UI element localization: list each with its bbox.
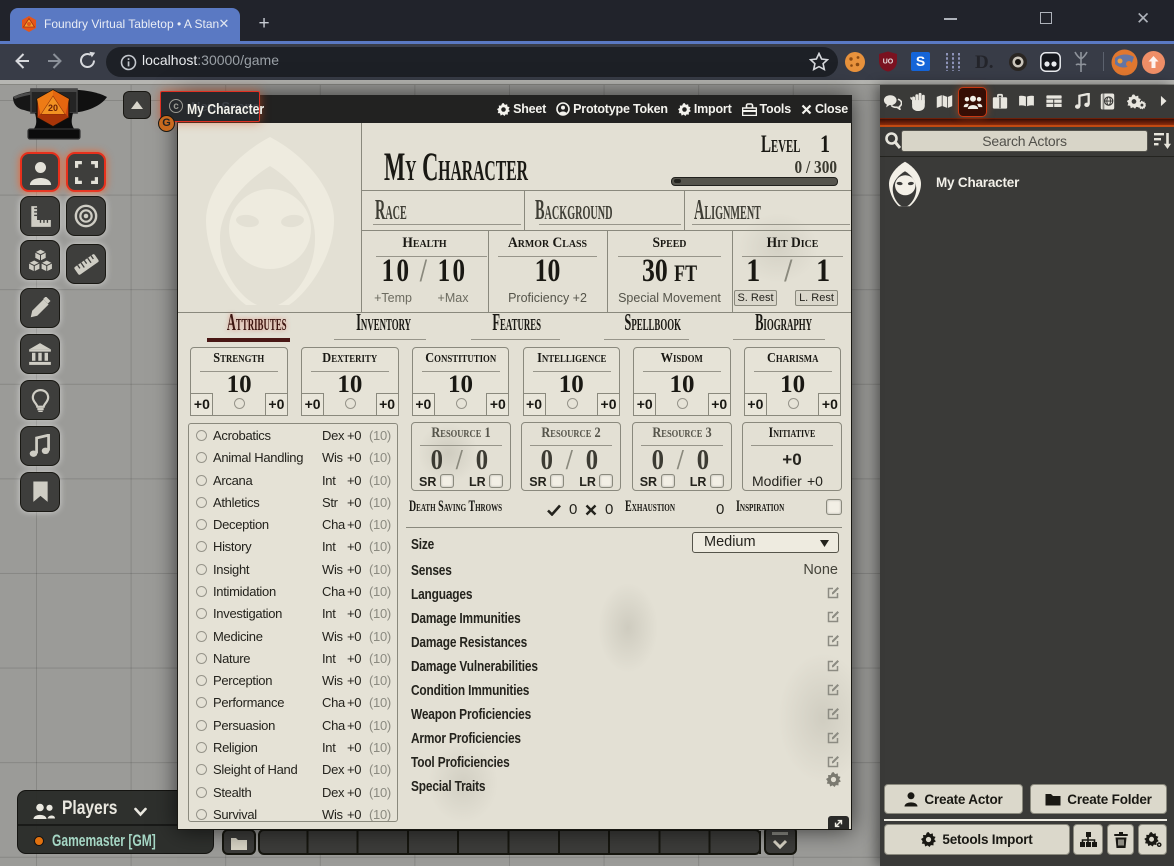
svg-text:20: 20 xyxy=(48,103,58,113)
svg-text:UO: UO xyxy=(883,59,894,66)
